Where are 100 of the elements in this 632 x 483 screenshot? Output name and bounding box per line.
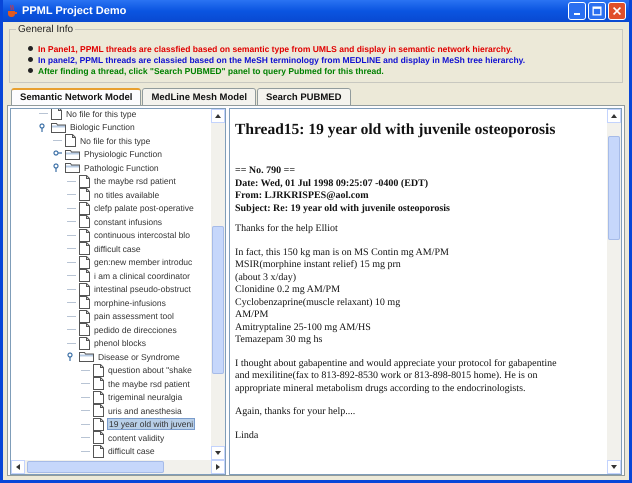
document-icon xyxy=(79,202,90,215)
message-text: and mexilitine(fax to 813-892-8530 work or 813-898-8015 home). He is on xyxy=(235,370,538,382)
close-icon xyxy=(611,5,623,17)
message-text: Clonidine 0.2 mg AM/PM xyxy=(235,284,342,296)
message-text: appropriate mineral metabolism drugs according to the endocrinologists. xyxy=(235,382,526,395)
document-icon xyxy=(93,364,104,377)
document-icon xyxy=(93,418,104,431)
info-text: In panel2, PPML threads are classied based on the MeSH terminology from MEDLINE and display in MeSh tree hierarchy. xyxy=(38,54,526,64)
window-title: PPML Project Demo xyxy=(22,5,128,17)
tree-item[interactable]: morphine-infusions xyxy=(93,298,167,308)
tree-item[interactable]: No file for this type xyxy=(65,109,138,119)
scroll-left-icon[interactable] xyxy=(16,464,20,470)
message-header: Date: Wed, 01 Jul 1998 09:25:07 -0400 (EDT) xyxy=(235,178,430,190)
panel-legend: General Info xyxy=(16,24,76,35)
minimize-icon xyxy=(574,13,580,15)
scroll-thumb[interactable] xyxy=(608,136,620,240)
scroll-down-icon[interactable] xyxy=(611,465,617,469)
bullet-icon xyxy=(28,57,33,62)
document-icon xyxy=(79,323,90,336)
tree-item[interactable]: difficult case xyxy=(93,244,142,254)
document-icon xyxy=(79,188,90,202)
tab[interactable]: MedLine Mesh Model xyxy=(142,88,256,105)
tab[interactable]: Search PUBMED xyxy=(257,88,350,105)
document-icon xyxy=(93,404,104,418)
tree-item[interactable]: Pathologic Function xyxy=(83,162,160,173)
scroll-up-icon[interactable] xyxy=(611,114,617,118)
document-icon xyxy=(93,444,104,458)
message-text: In fact, this 150 kg man is on MS Contin mg AM/PM xyxy=(235,246,450,259)
maximize-button[interactable] xyxy=(588,2,606,20)
tree-item[interactable]: pain assessment tool xyxy=(93,311,175,322)
scroll-up-icon[interactable] xyxy=(215,114,221,118)
message-text: AM/PM xyxy=(235,309,270,322)
folder-icon xyxy=(65,162,80,174)
message-header: From: LJRKRISPES@aol.com xyxy=(235,190,370,202)
message-text: Again, thanks for your help.... xyxy=(235,406,356,418)
tree-item[interactable]: uris and anesthesia xyxy=(107,406,183,416)
message-text: Linda xyxy=(235,430,260,442)
tree-item[interactable]: Disease or Syndrome xyxy=(97,352,181,362)
scroll-thumb[interactable] xyxy=(27,461,164,473)
tree-item[interactable]: phenol blocks xyxy=(93,338,147,348)
document-icon xyxy=(79,269,90,282)
horizontal-scrollbar[interactable] xyxy=(11,460,225,474)
minimize-button[interactable] xyxy=(568,2,586,20)
document-icon xyxy=(93,431,104,444)
bullet-icon xyxy=(28,68,33,73)
tree-item[interactable]: question about "shake xyxy=(107,365,193,376)
document-icon xyxy=(79,296,90,310)
message-header: == No. 790 == xyxy=(235,165,296,178)
tree-item[interactable]: Biologic Function xyxy=(69,122,136,132)
tree-item[interactable]: no titles available xyxy=(93,190,160,200)
folder-icon xyxy=(65,148,80,160)
document-icon xyxy=(93,390,104,404)
document-icon xyxy=(79,228,90,242)
document-icon xyxy=(79,310,90,323)
scroll-right-icon[interactable] xyxy=(216,464,220,470)
close-button[interactable] xyxy=(608,2,626,20)
message-text: (about 3 x/day) xyxy=(235,272,298,284)
document-icon xyxy=(79,174,90,188)
info-text: After finding a thread, click "Search PUBMED" panel to query Pubmed for this thread. xyxy=(38,66,384,76)
bullet-icon xyxy=(28,46,33,51)
message-text: Cyclobenzaprine(muscle relaxant) 10 mg xyxy=(235,296,402,309)
tree-item[interactable]: pedido de direcciones xyxy=(93,324,178,335)
tab[interactable]: Semantic Network Model xyxy=(11,88,142,105)
tree-item[interactable]: constant infusions xyxy=(93,216,164,227)
maximize-icon xyxy=(591,5,603,17)
tree-item[interactable]: intestinal pseudo-obstruct xyxy=(93,284,192,294)
message-text: MSIR(morphine instant relief) 15 mg prn xyxy=(235,259,402,272)
document-icon xyxy=(65,134,76,148)
folder-icon xyxy=(51,122,66,133)
document-icon xyxy=(79,242,90,256)
document-icon xyxy=(79,256,90,269)
message-text: Amitryptaline 25-100 mg AM/HS xyxy=(235,322,372,334)
message-text: Temazepam 30 mg hs xyxy=(235,334,324,346)
tree-item[interactable]: the maybe rsd patient xyxy=(107,378,191,389)
message-header: Subject: Re: 19 year old with juvenile osteoporosis xyxy=(235,202,451,215)
document-icon xyxy=(79,336,90,350)
tree-item[interactable]: difficult case xyxy=(107,446,156,456)
scroll-down-icon[interactable] xyxy=(215,451,221,455)
document-icon xyxy=(93,377,104,390)
tree-item[interactable]: Physiologic Function xyxy=(83,149,163,160)
tree-item[interactable]: continuous intercostal blo xyxy=(93,230,191,240)
tree-item[interactable]: the maybe rsd patient xyxy=(93,176,177,186)
tree-item[interactable]: gen:new member introduc xyxy=(93,257,194,268)
tree-item[interactable]: i am a clinical coordinator xyxy=(93,270,191,281)
tree-item[interactable]: 19 year old with juveni xyxy=(107,418,196,430)
message-text: I thought about gabapentine and would appreciate your protocol for gabapentine xyxy=(235,358,558,370)
scroll-thumb[interactable] xyxy=(212,226,224,374)
vertical-scrollbar[interactable] xyxy=(211,109,225,460)
vertical-scrollbar[interactable] xyxy=(607,109,621,474)
message-text: Thanks for the help Elliot xyxy=(235,223,339,236)
coffee-cup-icon xyxy=(6,4,18,18)
tree-item[interactable]: trigeminal neuralgia xyxy=(107,392,184,402)
tree-item[interactable]: clefp palate post-operative xyxy=(93,203,195,214)
document-icon xyxy=(79,215,90,228)
info-text: In Panel1, PPML threads are classfied based on semantic type from UMLS and display in semantic network hierarchy. xyxy=(38,44,512,54)
tree-item[interactable]: No file for this type xyxy=(79,136,152,146)
folder-icon xyxy=(79,351,94,362)
thread-title: Thread15: 19 year old with juvenile osteoporosis xyxy=(235,121,556,139)
document-icon xyxy=(79,282,90,296)
tree-item[interactable]: content validity xyxy=(107,432,166,443)
